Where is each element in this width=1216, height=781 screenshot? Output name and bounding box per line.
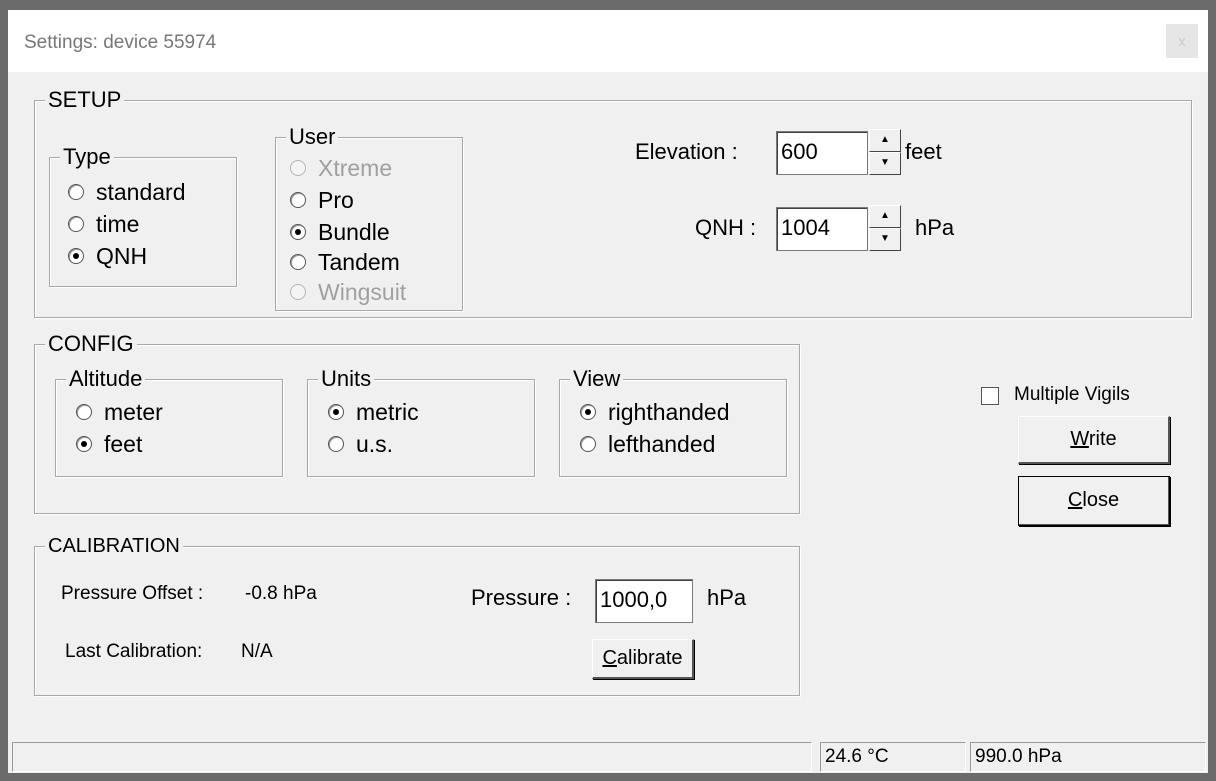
elevation-input[interactable]: 600 xyxy=(776,131,868,175)
status-message-pane xyxy=(12,742,812,772)
config-group: CONFIG Altitude meter feet Units metric … xyxy=(34,331,800,514)
radio-selected-icon xyxy=(580,403,596,420)
altitude-meter-radio[interactable]: meter xyxy=(76,398,163,426)
type-qnh-radio[interactable]: QNH xyxy=(68,242,147,270)
multiple-vigils-checkbox[interactable] xyxy=(981,387,999,405)
calibration-group: CALIBRATION Pressure Offset : -0.8 hPa L… xyxy=(34,533,800,696)
user-group: User Xtreme Pro Bundle Tandem Wingsuit xyxy=(275,124,463,311)
spin-down-icon[interactable]: ▼ xyxy=(869,228,901,251)
elevation-unit: feet xyxy=(905,139,942,164)
radio-selected-icon xyxy=(68,247,84,264)
altitude-legend: Altitude xyxy=(66,366,146,392)
window-title: Settings: device 55974 xyxy=(24,32,217,53)
qnh-label: QNH : xyxy=(695,215,757,240)
title-bar: Settings: device 55974 x xyxy=(8,10,1208,72)
pressure-label: Pressure : xyxy=(471,585,572,610)
calibrate-button[interactable]: Calibrate xyxy=(592,639,694,679)
radio-icon xyxy=(68,183,84,200)
view-group: View righthanded lefthanded xyxy=(559,366,787,477)
qnh-spinner[interactable]: ▲ ▼ xyxy=(869,205,901,253)
radio-icon xyxy=(68,215,84,232)
user-bundle-radio[interactable]: Bundle xyxy=(290,218,390,246)
multiple-vigils-label: Multiple Vigils xyxy=(1014,384,1130,405)
status-bar: 24.6 °C 990.0 hPa xyxy=(8,740,1208,773)
type-time-radio[interactable]: time xyxy=(68,210,139,238)
setup-group: SETUP Type standard time QNH User Xtreme… xyxy=(34,87,1192,318)
settings-window: Settings: device 55974 x SETUP Type stan… xyxy=(0,0,1216,781)
type-legend: Type xyxy=(60,144,114,170)
radio-selected-icon xyxy=(76,435,92,452)
write-button[interactable]: Write xyxy=(1018,416,1170,464)
qnh-unit: hPa xyxy=(915,215,955,240)
view-righthanded-radio[interactable]: righthanded xyxy=(580,398,730,426)
user-legend: User xyxy=(286,124,339,150)
radio-icon xyxy=(290,191,306,208)
units-us-radio[interactable]: u.s. xyxy=(328,430,393,458)
config-legend: CONFIG xyxy=(45,331,137,357)
spin-down-icon[interactable]: ▼ xyxy=(869,152,901,175)
units-group: Units metric u.s. xyxy=(307,366,535,477)
temperature-pane: 24.6 °C xyxy=(820,742,966,772)
user-tandem-radio[interactable]: Tandem xyxy=(290,248,400,276)
setup-legend: SETUP xyxy=(45,87,125,113)
radio-icon xyxy=(290,159,306,176)
elevation-label: Elevation : xyxy=(635,139,738,164)
spin-up-icon[interactable]: ▲ xyxy=(869,205,901,228)
close-button[interactable]: Close xyxy=(1018,476,1170,526)
pressure-input[interactable]: 1000,0 xyxy=(595,579,693,623)
radio-icon xyxy=(580,435,596,452)
units-metric-radio[interactable]: metric xyxy=(328,398,419,426)
view-legend: View xyxy=(570,366,624,392)
spin-up-icon[interactable]: ▲ xyxy=(869,129,901,152)
units-legend: Units xyxy=(318,366,375,392)
view-lefthanded-radio[interactable]: lefthanded xyxy=(580,430,715,458)
radio-icon xyxy=(290,253,306,270)
qnh-input[interactable]: 1004 xyxy=(776,207,868,251)
radio-icon xyxy=(328,435,344,452)
pressure-offset-value: -0.8 hPa xyxy=(245,583,317,604)
altitude-group: Altitude meter feet xyxy=(55,366,283,477)
radio-selected-icon xyxy=(328,403,344,420)
user-wingsuit-radio: Wingsuit xyxy=(290,278,406,306)
type-group: Type standard time QNH xyxy=(49,144,237,287)
type-standard-radio[interactable]: standard xyxy=(68,178,186,206)
user-pro-radio[interactable]: Pro xyxy=(290,186,354,214)
close-window-icon[interactable]: x xyxy=(1166,24,1198,58)
calibration-legend: CALIBRATION xyxy=(45,533,183,559)
last-calibration-label: Last Calibration: xyxy=(65,641,203,662)
user-xtreme-radio: Xtreme xyxy=(290,154,392,182)
radio-icon xyxy=(76,403,92,420)
radio-icon xyxy=(290,283,306,300)
radio-selected-icon xyxy=(290,223,306,240)
elevation-spinner[interactable]: ▲ ▼ xyxy=(869,129,901,177)
altitude-feet-radio[interactable]: feet xyxy=(76,430,142,458)
pressure-pane: 990.0 hPa xyxy=(970,742,1206,772)
pressure-unit: hPa xyxy=(707,585,747,610)
last-calibration-value: N/A xyxy=(241,641,273,662)
pressure-offset-label: Pressure Offset : xyxy=(61,583,204,604)
